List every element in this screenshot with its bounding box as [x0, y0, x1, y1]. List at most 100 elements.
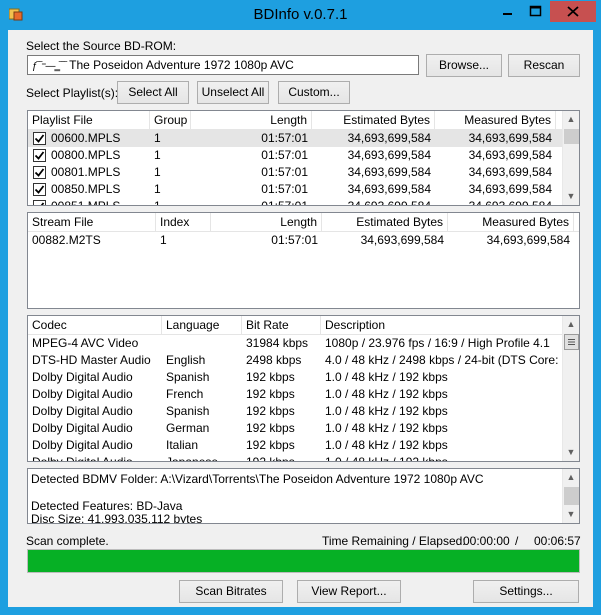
col-stream-estimated[interactable]: Estimated Bytes [322, 213, 448, 232]
playlist-checkbox[interactable] [33, 166, 46, 179]
playlist-checkbox[interactable] [33, 200, 46, 205]
scroll-up-icon[interactable]: ▲ [563, 111, 579, 128]
scan-bitrates-button[interactable]: Scan Bitrates [179, 580, 283, 603]
playlist-length: 01:57:01 [261, 148, 308, 162]
playlist-file: 00800.MPLS [51, 148, 121, 162]
col-stream-file[interactable]: Stream File [28, 213, 156, 232]
playlist-measured: 34,693,699,584 [468, 131, 552, 145]
settings-button[interactable]: Settings... [473, 580, 579, 603]
col-description[interactable]: Description [321, 316, 563, 335]
stream-length: 01:57:01 [271, 233, 318, 247]
custom-button[interactable]: Custom... [278, 81, 350, 104]
codec-row[interactable]: Dolby Digital Audio German 192 kbps 1.0 / 4… [28, 420, 563, 437]
scroll-thumb[interactable] [564, 129, 579, 144]
codec-row[interactable]: Dolby Digital Audio Spanish 192 kbps 1.0 / … [28, 369, 563, 386]
playlist-scrollbar[interactable]: ▲ ▼ [562, 111, 579, 205]
rescan-button[interactable]: Rescan [508, 54, 580, 77]
col-playlist-file[interactable]: Playlist File [28, 111, 150, 130]
stream-index: 1 [160, 233, 167, 247]
codec-name: Dolby Digital Audio [32, 404, 133, 418]
info-scrollbar[interactable]: ▲ ▼ [562, 469, 579, 523]
playlist-row[interactable]: 00850.MPLS 1 01:57:01 34,693,699,584 34,693,… [28, 181, 563, 198]
scroll-up-icon[interactable]: ▲ [563, 469, 579, 486]
codec-language: Spanish [166, 370, 210, 384]
source-path-input[interactable]: ƒ‾‾⁼—‗‾‾‾ The Poseidon Adventure 1972 10… [27, 55, 419, 75]
col-codec[interactable]: Codec [28, 316, 162, 335]
playlist-list[interactable]: Playlist File Group Length Estimated Byt… [27, 110, 580, 206]
playlist-checkbox[interactable] [33, 132, 46, 145]
codec-list[interactable]: Codec Language Bit Rate Description MPEG… [27, 315, 580, 462]
maximize-button[interactable] [522, 1, 549, 22]
codec-row[interactable]: Dolby Digital Audio Japanese 192 kbps 1.0 /… [28, 454, 563, 462]
codec-scrollbar[interactable]: ▲ ▼ [562, 316, 579, 461]
col-estimated-bytes[interactable]: Estimated Bytes [312, 111, 435, 130]
col-stream-measured[interactable]: Measured Bytes [448, 213, 574, 232]
path-redacted-glyphs: ƒ‾‾⁼—‗‾‾‾ [32, 61, 67, 72]
checkmark-icon [34, 151, 45, 160]
checkmark-icon [34, 185, 45, 194]
codec-language: French [166, 387, 204, 401]
info-textbox[interactable]: Detected BDMV Folder: A:\Vizard\Torrents… [27, 468, 580, 524]
codec-description: 1.0 / 48 kHz / 192 kbps [325, 387, 448, 401]
playlist-row[interactable]: 00851.MPLS 1 01:57:01 34,693,699,584 34,693,… [28, 198, 563, 206]
codec-bit-rate: 192 kbps [246, 455, 295, 462]
playlist-checkbox[interactable] [33, 183, 46, 196]
codec-description: 1.0 / 48 kHz / 192 kbps [325, 404, 448, 418]
playlist-group: 1 [154, 165, 161, 179]
source-label: Select the Source BD-ROM: [26, 39, 177, 53]
grip-icon [568, 339, 575, 345]
status-text: Scan complete. [26, 534, 109, 548]
codec-row[interactable]: MPEG-4 AVC Video 31984 kbps 1080p / 23.976… [28, 335, 563, 352]
codec-name: Dolby Digital Audio [32, 421, 133, 435]
view-report-button[interactable]: View Report... [297, 580, 401, 603]
scroll-down-icon[interactable]: ▼ [563, 188, 579, 205]
playlist-list-header: Playlist File Group Length Estimated Byt… [28, 111, 563, 130]
playlist-row[interactable]: 00600.MPLS 1 01:57:01 34,693,699,584 34,693,… [28, 130, 563, 147]
close-icon [567, 6, 579, 17]
scroll-down-icon[interactable]: ▼ [563, 506, 579, 523]
codec-name: MPEG-4 AVC Video [32, 336, 139, 350]
playlist-measured: 34,693,699,584 [468, 165, 552, 179]
col-bit-rate[interactable]: Bit Rate [242, 316, 321, 335]
browse-button[interactable]: Browse... [426, 54, 502, 77]
scroll-up-icon[interactable]: ▲ [563, 316, 579, 333]
codec-row[interactable]: Dolby Digital Audio Italian 192 kbps 1.0 / … [28, 437, 563, 454]
playlist-row[interactable]: 00801.MPLS 1 01:57:01 34,693,699,584 34,693,… [28, 164, 563, 181]
codec-language [162, 335, 242, 352]
scroll-thumb[interactable] [564, 487, 579, 505]
codec-row[interactable]: DTS-HD Master Audio English 2498 kbps 4.0 /… [28, 352, 563, 369]
playlist-length: 01:57:01 [261, 182, 308, 196]
playlist-group: 1 [154, 199, 161, 206]
playlist-length: 01:57:01 [261, 199, 308, 206]
playlist-measured: 34,693,699,584 [468, 148, 552, 162]
col-index[interactable]: Index [156, 213, 211, 232]
scroll-thumb[interactable] [564, 334, 579, 350]
codec-row[interactable]: Dolby Digital Audio French 192 kbps 1.0 / 4… [28, 386, 563, 403]
col-length[interactable]: Length [191, 111, 312, 130]
col-language[interactable]: Language [162, 316, 242, 335]
minimize-icon [503, 13, 512, 15]
info-features: Detected Features: BD-Java [31, 499, 183, 513]
scroll-down-icon[interactable]: ▼ [563, 444, 579, 461]
minimize-button[interactable] [494, 1, 521, 22]
unselect-all-button[interactable]: Unselect All [197, 81, 269, 104]
progress-fill [28, 550, 579, 572]
codec-name: Dolby Digital Audio [32, 455, 133, 462]
playlist-measured: 34,693,699,584 [468, 199, 552, 206]
col-measured-bytes[interactable]: Measured Bytes [435, 111, 556, 130]
title-bar[interactable]: BDInfo v.0.7.1 [0, 0, 601, 30]
playlist-select-label: Select Playlist(s): [26, 86, 119, 100]
codec-row[interactable]: Dolby Digital Audio Spanish 192 kbps 1.0 / … [28, 403, 563, 420]
stream-list[interactable]: Stream File Index Length Estimated Bytes… [27, 212, 580, 309]
select-all-button[interactable]: Select All [117, 81, 189, 104]
source-path-text: The Poseidon Adventure 1972 1080p AVC [69, 58, 294, 72]
main-panel: Select the Source BD-ROM: ƒ‾‾⁼—‗‾‾‾ The … [8, 30, 593, 607]
col-stream-length[interactable]: Length [211, 213, 322, 232]
close-button[interactable] [550, 1, 596, 22]
maximize-icon [529, 5, 542, 17]
stream-row[interactable]: 00882.M2TS 1 01:57:01 34,693,699,584 34,693,… [28, 232, 579, 249]
playlist-file: 00851.MPLS [51, 199, 121, 206]
playlist-checkbox[interactable] [33, 149, 46, 162]
col-group[interactable]: Group [150, 111, 191, 130]
playlist-row[interactable]: 00800.MPLS 1 01:57:01 34,693,699,584 34,693,… [28, 147, 563, 164]
